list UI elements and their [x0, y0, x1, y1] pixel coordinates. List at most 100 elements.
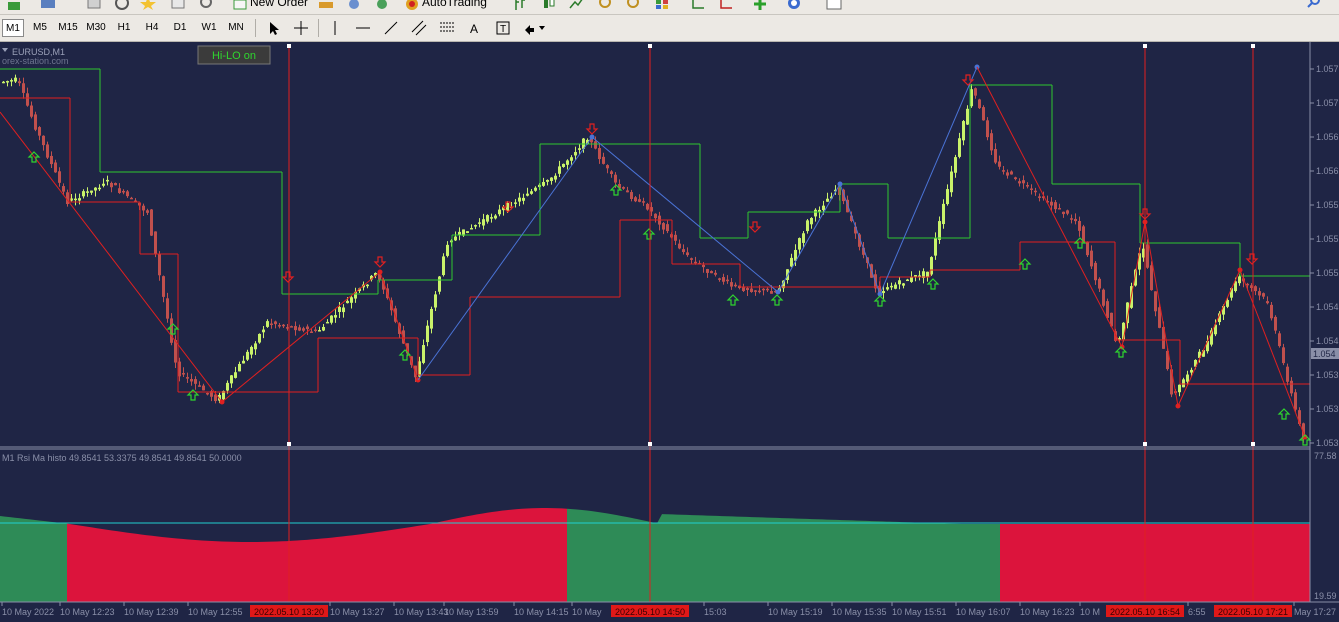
hilo-toggle-label: Hi-LO on [212, 50, 256, 62]
horizontal-line-icon[interactable] [355, 20, 371, 36]
timeframe-w1[interactable]: W1 [197, 19, 221, 37]
candle-body [26, 93, 29, 106]
indicators-icon[interactable] [752, 0, 768, 10]
candle-body [62, 186, 65, 192]
candlestick-chart-icon[interactable] [540, 0, 556, 10]
autotrading-icon[interactable] [404, 0, 420, 10]
autotrading-button[interactable]: AutoTrading [422, 0, 487, 9]
candle-body [1062, 211, 1065, 215]
terminal-icon[interactable] [170, 0, 186, 10]
timeframe-h4[interactable]: H4 [141, 19, 163, 37]
candle-body [810, 217, 813, 225]
candle-body [350, 297, 353, 303]
metaeditor-icon[interactable] [318, 0, 334, 10]
zoom-in-icon[interactable] [598, 0, 614, 10]
new-chart-icon[interactable] [6, 0, 22, 10]
trendline-icon[interactable] [383, 20, 399, 36]
autoscroll-icon[interactable] [718, 0, 734, 10]
timeframe-mn[interactable]: MN [224, 19, 248, 37]
vertical-line-label: 2022.05.10 16:54 [1110, 607, 1180, 617]
candle-body [102, 183, 105, 186]
line-chart-icon[interactable] [568, 0, 584, 10]
chart-shift-icon[interactable] [690, 0, 706, 10]
time-tick-label: 10 May 15:35 [832, 607, 887, 617]
text-label-icon[interactable]: T [495, 20, 511, 36]
bar-chart-icon[interactable] [512, 0, 528, 10]
timeframe-h1[interactable]: H1 [113, 19, 135, 37]
candle-body [1266, 301, 1269, 304]
candle-body [514, 202, 517, 204]
time-tick-label: 15:03 [704, 607, 727, 617]
favorites-star-icon[interactable] [140, 0, 156, 10]
new-order-button[interactable]: New Order [250, 0, 308, 9]
price-tick-label: 1.056 [1316, 132, 1339, 142]
profiles-icon[interactable] [40, 0, 56, 10]
indicator-tick-label: 19.59 [1314, 591, 1337, 601]
vertical-line-label: 2022.05.10 13:20 [254, 607, 324, 617]
chart-canvas[interactable]: 2022.05.10 13:20 2022.05.10 14:50 2022.05.… [0, 42, 1339, 622]
periods-icon[interactable] [786, 0, 802, 10]
candle-body [690, 258, 693, 260]
candle-body [630, 192, 633, 200]
vertical-line-handle [1251, 44, 1255, 48]
templates-icon[interactable] [826, 0, 842, 10]
candle-body [490, 217, 493, 219]
candle-body [750, 288, 753, 292]
tester-icon[interactable] [198, 0, 214, 10]
fibonacci-icon[interactable] [439, 20, 455, 36]
candle-body [366, 284, 369, 287]
time-tick-label: 10 May 13:43 [394, 607, 449, 617]
zoom-out-icon[interactable] [626, 0, 642, 10]
new-order-icon[interactable] [232, 0, 248, 10]
candle-body [598, 148, 601, 160]
candle-body [1070, 218, 1073, 220]
candle-body [706, 269, 709, 273]
candle-body [958, 138, 961, 157]
candle-body [1182, 379, 1185, 388]
candle-body [634, 197, 637, 202]
crosshair-icon[interactable] [293, 20, 309, 36]
vertical-line-icon[interactable] [327, 20, 343, 36]
candle-body [1294, 392, 1297, 410]
channel-icon[interactable] [411, 20, 427, 36]
search-icon[interactable] [1306, 0, 1322, 10]
navigator-icon[interactable] [114, 0, 130, 10]
time-tick-label: 10 May 12:55 [188, 607, 243, 617]
signals-icon[interactable] [374, 0, 390, 10]
candle-body [186, 377, 189, 379]
tile-windows-icon[interactable] [654, 0, 670, 10]
timeframe-m5[interactable]: M5 [29, 19, 51, 37]
candle-body [1074, 218, 1077, 222]
candle-body [822, 205, 825, 211]
candle-body [594, 141, 597, 149]
candle-body [254, 343, 257, 350]
candle-body [1018, 181, 1021, 184]
candle-body [562, 163, 565, 167]
timeframe-d1[interactable]: D1 [169, 19, 191, 37]
candle-body [522, 197, 525, 201]
candle-body [242, 360, 245, 364]
cursor-icon[interactable] [266, 20, 282, 36]
buy-arrow-icon [770, 294, 784, 306]
candle-body [686, 252, 689, 256]
candle-body [1178, 384, 1181, 393]
text-icon[interactable]: A [467, 20, 483, 36]
chart-menu-icon[interactable] [2, 48, 8, 52]
community-icon[interactable] [346, 0, 362, 10]
market-watch-icon[interactable] [86, 0, 102, 10]
candle-body [518, 197, 521, 202]
timeframe-m1[interactable]: M1 [2, 19, 24, 37]
candle-body [626, 190, 629, 193]
chart-window[interactable]: 2022.05.10 13:20 2022.05.10 14:50 2022.05.… [0, 42, 1339, 622]
candle-body [1010, 171, 1013, 175]
timeframe-m15[interactable]: M15 [55, 19, 81, 37]
time-tick-label: 6:55 [1188, 607, 1206, 617]
time-tick-label: May 17:27 [1294, 607, 1336, 617]
zigzag-segment [221, 271, 381, 403]
timeframe-m30[interactable]: M30 [83, 19, 109, 37]
indicator-label: M1 Rsi Ma histo 49.8541 53.3375 49.8541 … [2, 453, 242, 463]
candle-body [566, 160, 569, 165]
arrows-icon[interactable] [523, 20, 545, 36]
candle-body [1002, 170, 1005, 172]
candle-body [126, 191, 129, 197]
